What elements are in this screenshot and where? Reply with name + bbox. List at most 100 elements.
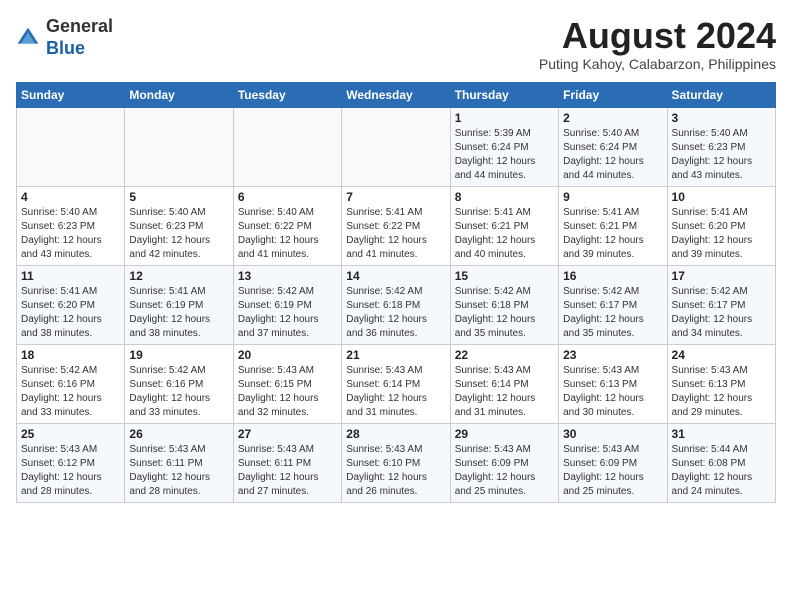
day-info: Sunrise: 5:43 AM Sunset: 6:13 PM Dayligh… [563, 364, 662, 420]
weekday-header-wednesday: Wednesday [342, 82, 450, 107]
calendar-cell: 20 Sunrise: 5:43 AM Sunset: 6:15 PM Dayli… [233, 344, 341, 423]
calendar-week-row: 1 Sunrise: 5:39 AM Sunset: 6:24 PM Daylig… [17, 107, 776, 186]
day-number: 19 [129, 348, 228, 362]
calendar-week-row: 4Sunrise: 5:40 AM Sunset: 6:23 PM Daylig… [17, 186, 776, 265]
day-info: Sunrise: 5:41 AM Sunset: 6:20 PM Dayligh… [21, 285, 120, 341]
weekday-header-friday: Friday [559, 82, 667, 107]
weekday-header-row: SundayMondayTuesdayWednesdayThursdayFrid… [17, 82, 776, 107]
day-number: 31 [672, 427, 771, 441]
logo: General Blue [16, 16, 113, 59]
logo-icon [16, 26, 40, 50]
day-info: Sunrise: 5:41 AM Sunset: 6:19 PM Dayligh… [129, 285, 228, 341]
weekday-header-tuesday: Tuesday [233, 82, 341, 107]
day-number: 8 [455, 190, 554, 204]
page-header: General Blue August 2024 Puting Kahoy, C… [16, 16, 776, 72]
calendar-cell: 3Sunrise: 5:40 AM Sunset: 6:23 PM Daylig… [667, 107, 775, 186]
day-number: 5 [129, 190, 228, 204]
weekday-header-sunday: Sunday [17, 82, 125, 107]
calendar-cell [17, 107, 125, 186]
day-info: Sunrise: 5:43 AM Sunset: 6:11 PM Dayligh… [238, 443, 337, 499]
day-info: Sunrise: 5:41 AM Sunset: 6:22 PM Dayligh… [346, 206, 445, 262]
day-info: Sunrise: 5:40 AM Sunset: 6:23 PM Dayligh… [672, 127, 771, 183]
calendar-cell: 23 Sunrise: 5:43 AM Sunset: 6:13 PM Dayli… [559, 344, 667, 423]
day-info: Sunrise: 5:42 AM Sunset: 6:19 PM Dayligh… [238, 285, 337, 341]
calendar-header: SundayMondayTuesdayWednesdayThursdayFrid… [17, 82, 776, 107]
logo-general-text: General [46, 16, 113, 36]
day-info: Sunrise: 5:42 AM Sunset: 6:17 PM Dayligh… [563, 285, 662, 341]
day-number: 12 [129, 269, 228, 283]
day-number: 28 [346, 427, 445, 441]
day-number: 15 [455, 269, 554, 283]
calendar-cell: 13Sunrise: 5:42 AM Sunset: 6:19 PM Dayli… [233, 265, 341, 344]
calendar-cell: 27 Sunrise: 5:43 AM Sunset: 6:11 PM Dayli… [233, 423, 341, 502]
day-number: 1 [455, 111, 554, 125]
calendar-cell: 8 Sunrise: 5:41 AM Sunset: 6:21 PM Daylig… [450, 186, 558, 265]
day-info: Sunrise: 5:41 AM Sunset: 6:20 PM Dayligh… [672, 206, 771, 262]
day-number: 20 [238, 348, 337, 362]
day-number: 14 [346, 269, 445, 283]
calendar-cell: 16 Sunrise: 5:42 AM Sunset: 6:17 PM Dayli… [559, 265, 667, 344]
calendar-cell: 26 Sunrise: 5:43 AM Sunset: 6:11 PM Dayli… [125, 423, 233, 502]
calendar-cell: 17 Sunrise: 5:42 AM Sunset: 6:17 PM Dayli… [667, 265, 775, 344]
day-number: 18 [21, 348, 120, 362]
day-info: Sunrise: 5:43 AM Sunset: 6:11 PM Dayligh… [129, 443, 228, 499]
calendar-cell [125, 107, 233, 186]
day-number: 6 [238, 190, 337, 204]
day-info: Sunrise: 5:40 AM Sunset: 6:23 PM Dayligh… [21, 206, 120, 262]
day-number: 23 [563, 348, 662, 362]
calendar-cell: 7Sunrise: 5:41 AM Sunset: 6:22 PM Daylig… [342, 186, 450, 265]
day-info: Sunrise: 5:43 AM Sunset: 6:12 PM Dayligh… [21, 443, 120, 499]
day-info: Sunrise: 5:43 AM Sunset: 6:14 PM Dayligh… [346, 364, 445, 420]
day-info: Sunrise: 5:42 AM Sunset: 6:18 PM Dayligh… [455, 285, 554, 341]
calendar-table: SundayMondayTuesdayWednesdayThursdayFrid… [16, 82, 776, 503]
day-number: 10 [672, 190, 771, 204]
day-info: Sunrise: 5:44 AM Sunset: 6:08 PM Dayligh… [672, 443, 771, 499]
calendar-cell: 19 Sunrise: 5:42 AM Sunset: 6:16 PM Dayli… [125, 344, 233, 423]
day-number: 26 [129, 427, 228, 441]
calendar-body: 1 Sunrise: 5:39 AM Sunset: 6:24 PM Daylig… [17, 107, 776, 502]
day-number: 16 [563, 269, 662, 283]
calendar-cell: 11 Sunrise: 5:41 AM Sunset: 6:20 PM Dayli… [17, 265, 125, 344]
day-info: Sunrise: 5:43 AM Sunset: 6:09 PM Dayligh… [455, 443, 554, 499]
day-info: Sunrise: 5:42 AM Sunset: 6:16 PM Dayligh… [129, 364, 228, 420]
day-info: Sunrise: 5:43 AM Sunset: 6:09 PM Dayligh… [563, 443, 662, 499]
day-info: Sunrise: 5:41 AM Sunset: 6:21 PM Dayligh… [455, 206, 554, 262]
calendar-cell: 29Sunrise: 5:43 AM Sunset: 6:09 PM Dayli… [450, 423, 558, 502]
calendar-cell [233, 107, 341, 186]
day-number: 25 [21, 427, 120, 441]
day-info: Sunrise: 5:41 AM Sunset: 6:21 PM Dayligh… [563, 206, 662, 262]
day-info: Sunrise: 5:40 AM Sunset: 6:23 PM Dayligh… [129, 206, 228, 262]
day-number: 9 [563, 190, 662, 204]
day-number: 22 [455, 348, 554, 362]
calendar-cell: 15 Sunrise: 5:42 AM Sunset: 6:18 PM Dayli… [450, 265, 558, 344]
day-info: Sunrise: 5:43 AM Sunset: 6:15 PM Dayligh… [238, 364, 337, 420]
day-info: Sunrise: 5:42 AM Sunset: 6:17 PM Dayligh… [672, 285, 771, 341]
day-number: 24 [672, 348, 771, 362]
weekday-header-monday: Monday [125, 82, 233, 107]
calendar-cell: 31 Sunrise: 5:44 AM Sunset: 6:08 PM Dayli… [667, 423, 775, 502]
calendar-cell: 25 Sunrise: 5:43 AM Sunset: 6:12 PM Dayli… [17, 423, 125, 502]
day-info: Sunrise: 5:39 AM Sunset: 6:24 PM Dayligh… [455, 127, 554, 183]
calendar-cell: 22 Sunrise: 5:43 AM Sunset: 6:14 PM Dayli… [450, 344, 558, 423]
calendar-cell: 18Sunrise: 5:42 AM Sunset: 6:16 PM Dayli… [17, 344, 125, 423]
weekday-header-saturday: Saturday [667, 82, 775, 107]
day-number: 17 [672, 269, 771, 283]
day-info: Sunrise: 5:43 AM Sunset: 6:13 PM Dayligh… [672, 364, 771, 420]
day-number: 11 [21, 269, 120, 283]
day-info: Sunrise: 5:40 AM Sunset: 6:22 PM Dayligh… [238, 206, 337, 262]
day-number: 21 [346, 348, 445, 362]
month-year-title: August 2024 [539, 16, 776, 56]
calendar-week-row: 25 Sunrise: 5:43 AM Sunset: 6:12 PM Dayli… [17, 423, 776, 502]
calendar-cell: 24 Sunrise: 5:43 AM Sunset: 6:13 PM Dayli… [667, 344, 775, 423]
day-number: 27 [238, 427, 337, 441]
calendar-cell: 12 Sunrise: 5:41 AM Sunset: 6:19 PM Dayli… [125, 265, 233, 344]
title-area: August 2024 Puting Kahoy, Calabarzon, Ph… [539, 16, 776, 72]
logo-blue-text: Blue [46, 38, 85, 58]
day-info: Sunrise: 5:43 AM Sunset: 6:14 PM Dayligh… [455, 364, 554, 420]
day-number: 2 [563, 111, 662, 125]
calendar-cell [342, 107, 450, 186]
day-info: Sunrise: 5:42 AM Sunset: 6:18 PM Dayligh… [346, 285, 445, 341]
calendar-cell: 28Sunrise: 5:43 AM Sunset: 6:10 PM Dayli… [342, 423, 450, 502]
day-info: Sunrise: 5:40 AM Sunset: 6:24 PM Dayligh… [563, 127, 662, 183]
weekday-header-thursday: Thursday [450, 82, 558, 107]
